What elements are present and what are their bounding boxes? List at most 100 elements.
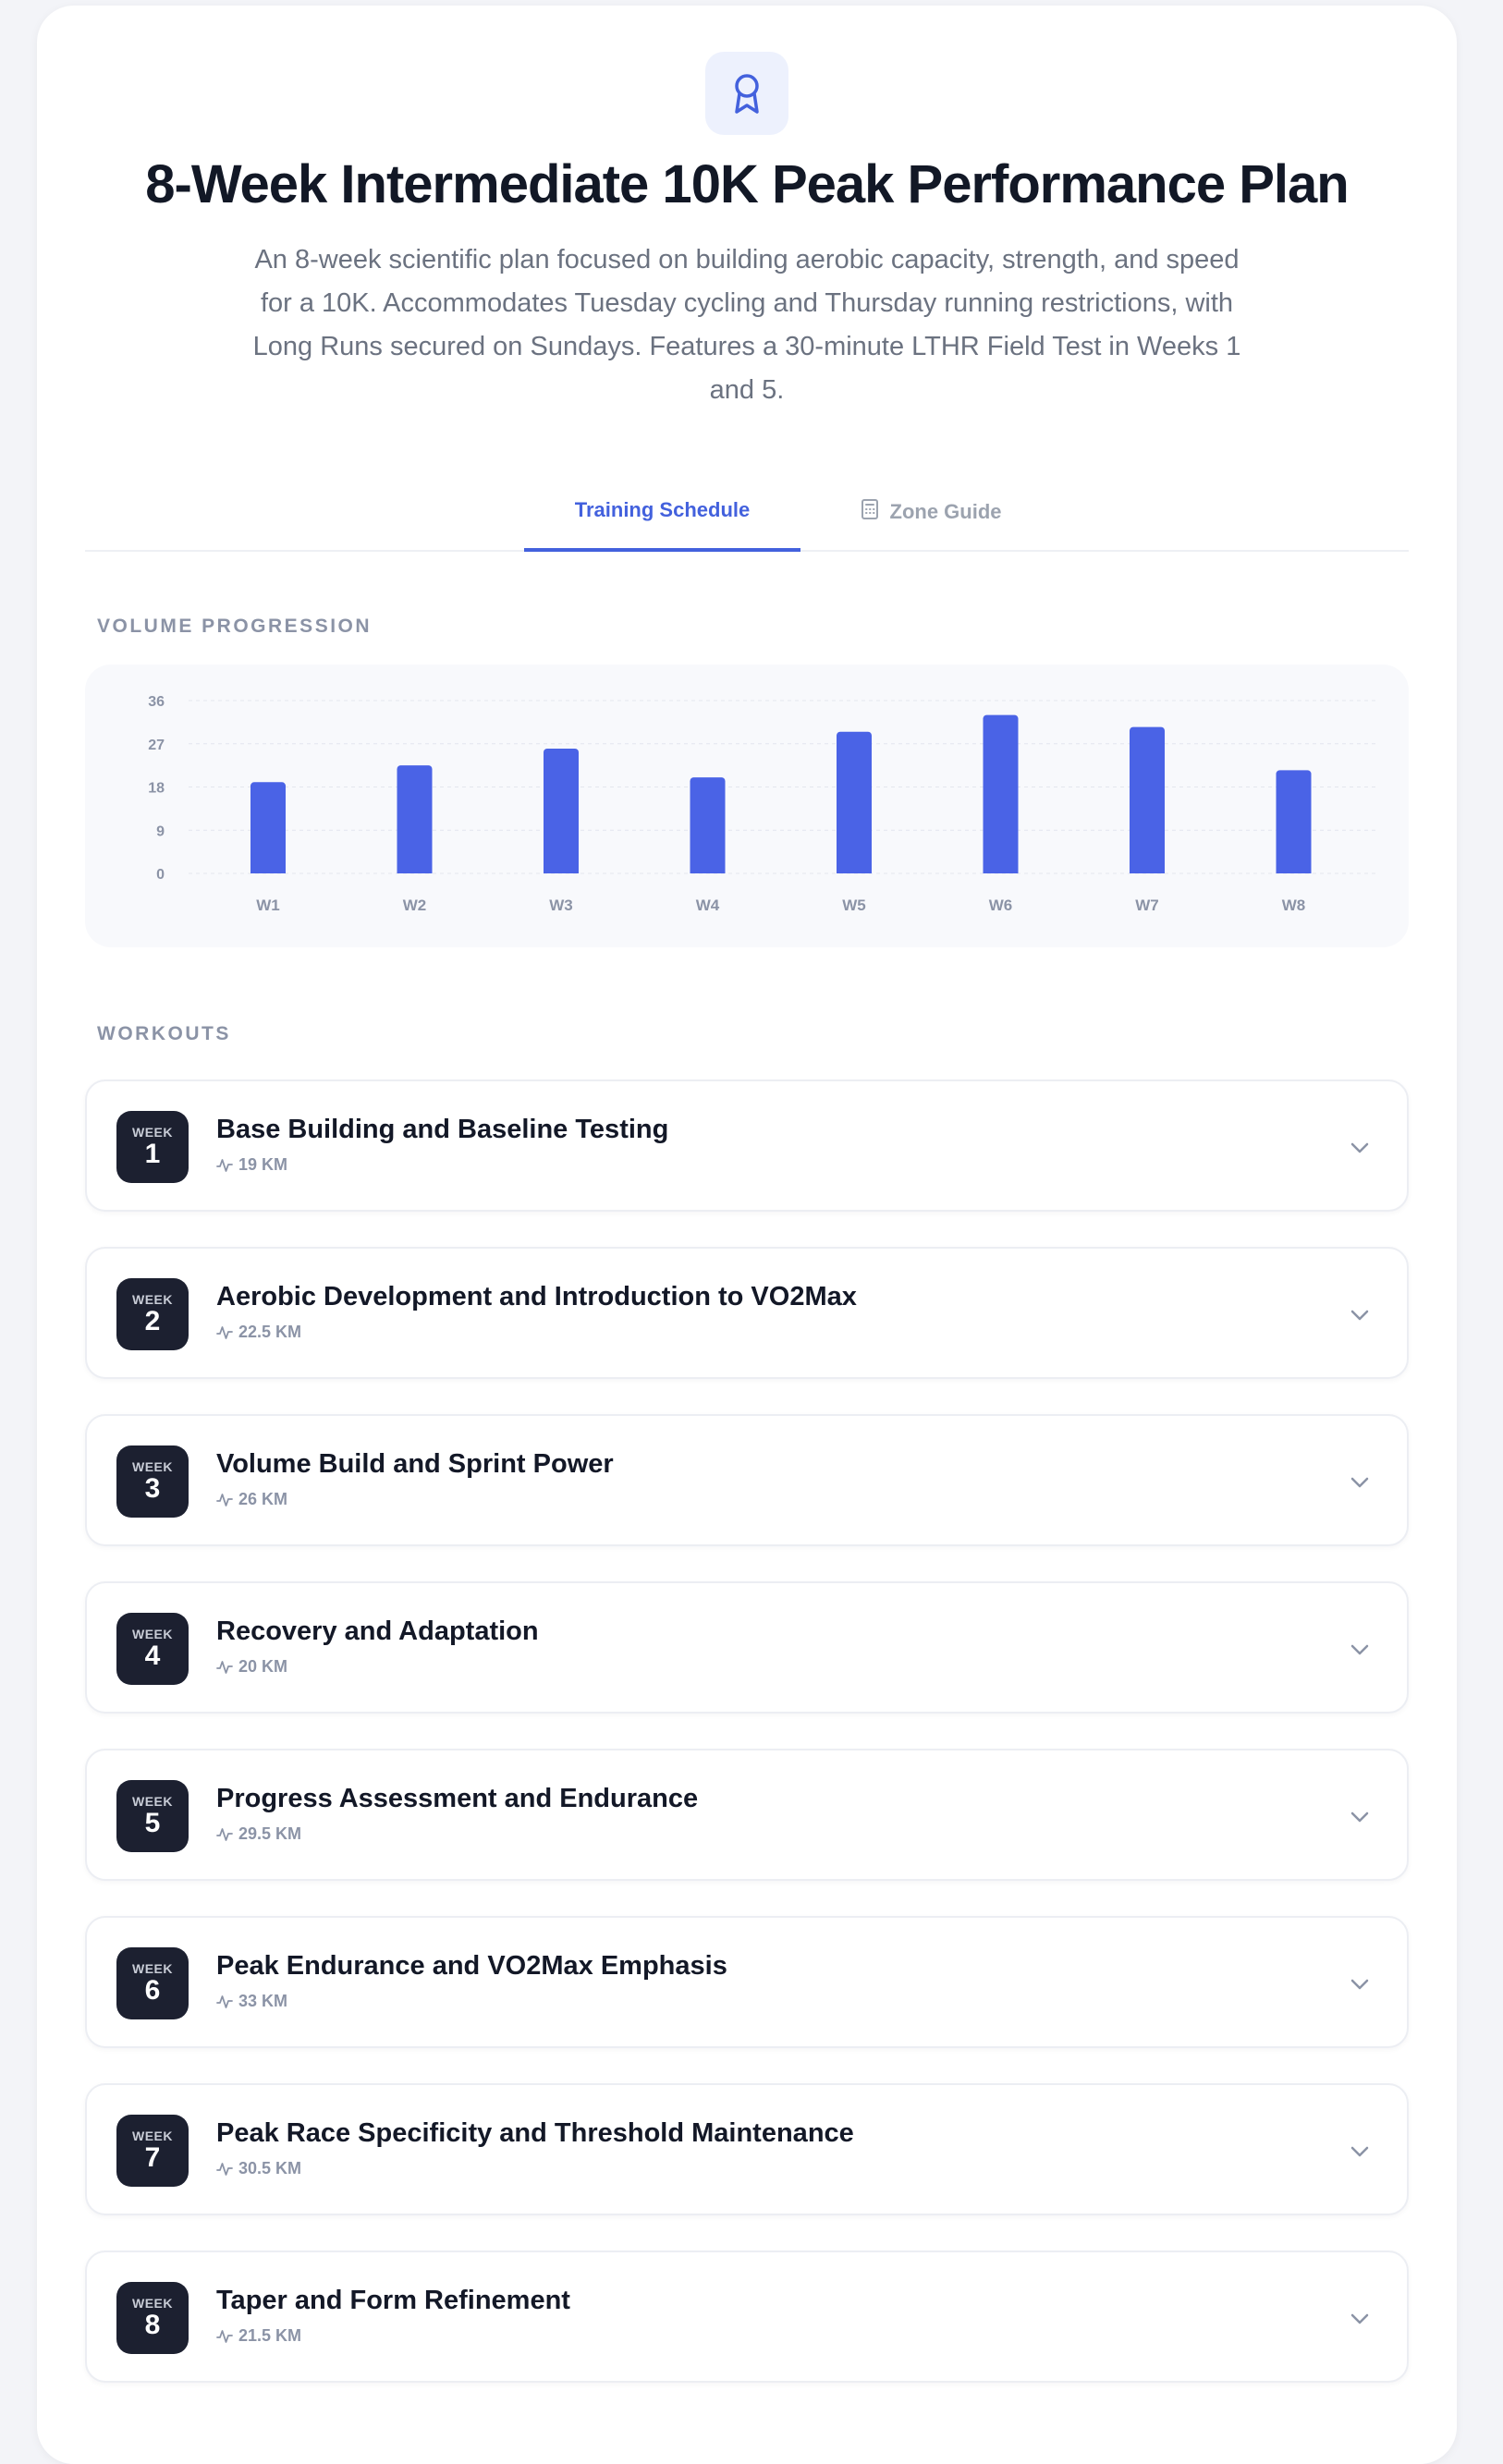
activity-icon	[216, 1827, 233, 1841]
week-badge: WEEK 5	[116, 1780, 189, 1852]
week-card-4[interactable]: WEEK 4 Recovery and Adaptation 20 KM	[85, 1581, 1409, 1714]
chevron-down-icon[interactable]	[1346, 1301, 1374, 1329]
week-distance: 22.5 KM	[216, 1323, 301, 1342]
week-title: Peak Endurance and VO2Max Emphasis	[216, 1951, 727, 1981]
week-distance: 26 KM	[216, 1490, 287, 1509]
x-tick-label: W1	[256, 897, 280, 914]
week-card-3[interactable]: WEEK 3 Volume Build and Sprint Power 26 KM	[85, 1414, 1409, 1546]
y-tick-label: 0	[156, 867, 165, 883]
bar-base	[544, 869, 579, 873]
chevron-down-icon[interactable]	[1346, 1469, 1374, 1496]
week-number: 3	[144, 1473, 161, 1504]
week-title: Volume Build and Sprint Power	[216, 1449, 614, 1479]
volume-bar-chart: 0 9 18 27 36 W1 W2 W3 W4 W5 W6 W7 W8	[148, 694, 1375, 914]
bar-w7[interactable]	[1130, 726, 1165, 873]
week-badge: WEEK 8	[116, 2282, 189, 2354]
tab-training-schedule[interactable]: Training Schedule	[524, 472, 800, 552]
bar-w1[interactable]	[250, 782, 286, 873]
chevron-down-icon[interactable]	[1346, 1134, 1374, 1162]
week-badge-label: WEEK	[132, 1292, 173, 1307]
bar-base	[397, 869, 433, 873]
week-km-value: 26 KM	[238, 1490, 288, 1508]
week-badge: WEEK 2	[116, 1278, 189, 1350]
plan-card: 8-Week Intermediate 10K Peak Performance…	[37, 6, 1457, 2464]
week-title: Base Building and Baseline Testing	[216, 1115, 669, 1144]
chevron-down-icon[interactable]	[1346, 1803, 1374, 1831]
x-tick-label: W4	[696, 897, 720, 914]
week-title: Progress Assessment and Endurance	[216, 1784, 699, 1813]
week-card-2[interactable]: WEEK 2 Aerobic Development and Introductio…	[85, 1247, 1409, 1379]
week-card-6[interactable]: WEEK 6 Peak Endurance and VO2Max Emphasis 3…	[85, 1916, 1409, 2048]
week-card-1[interactable]: WEEK 1 Base Building and Baseline Testing 1…	[85, 1080, 1409, 1212]
week-badge-label: WEEK	[132, 1125, 173, 1140]
award-ribbon-icon	[705, 52, 788, 135]
week-number: 4	[144, 1641, 161, 1671]
activity-icon	[216, 1493, 233, 1506]
bar-w3[interactable]	[544, 748, 579, 873]
week-badge: WEEK 3	[116, 1445, 189, 1518]
week-badge-label: WEEK	[132, 1627, 173, 1641]
week-title: Recovery and Adaptation	[216, 1616, 539, 1646]
week-km-value: 19 KM	[238, 1155, 288, 1174]
volume-progression-label: VOLUME PROGRESSION	[97, 616, 373, 637]
bar-base	[1130, 869, 1165, 873]
tab-zone-guide[interactable]: Zone Guide	[825, 472, 1037, 552]
week-number: 5	[144, 1808, 161, 1838]
volume-chart: 0 9 18 27 36 W1 W2 W3 W4 W5 W6 W7 W8	[85, 665, 1409, 947]
workouts-label: WORKOUTS	[97, 1023, 231, 1044]
week-km-value: 33 KM	[238, 1992, 288, 2010]
week-badge: WEEK 6	[116, 1947, 189, 2019]
chevron-down-icon[interactable]	[1346, 2138, 1374, 2165]
week-badge-label: WEEK	[132, 2129, 173, 2143]
y-tick-label: 36	[148, 694, 165, 710]
week-badge: WEEK 4	[116, 1613, 189, 1685]
week-distance: 19 KM	[216, 1155, 287, 1175]
week-distance: 20 KM	[216, 1657, 287, 1677]
y-tick-label: 27	[148, 738, 165, 753]
chevron-down-icon[interactable]	[1346, 1636, 1374, 1664]
chevron-down-icon[interactable]	[1346, 2305, 1374, 2333]
activity-icon	[216, 2162, 233, 2176]
week-card-7[interactable]: WEEK 7 Peak Race Specificity and Threshold…	[85, 2083, 1409, 2215]
bar-w8[interactable]	[1276, 770, 1312, 873]
x-tick-label: W2	[403, 897, 427, 914]
week-number: 1	[144, 1139, 161, 1169]
x-tick-label: W6	[989, 897, 1013, 914]
bar-w6[interactable]	[983, 714, 1019, 873]
chevron-down-icon[interactable]	[1346, 1970, 1374, 1998]
week-badge-label: WEEK	[132, 2296, 173, 2311]
calculator-icon	[861, 498, 879, 526]
x-tick-label: W5	[842, 897, 866, 914]
week-badge-label: WEEK	[132, 1459, 173, 1474]
activity-icon	[216, 1158, 233, 1172]
bar-base	[983, 869, 1019, 873]
week-title: Aerobic Development and Introduction to …	[216, 1282, 857, 1311]
plan-description: An 8-week scientific plan focused on bui…	[252, 245, 1241, 405]
activity-icon	[216, 1660, 233, 1674]
week-title: Peak Race Specificity and Threshold Main…	[216, 2118, 854, 2148]
week-number: 2	[144, 1306, 161, 1336]
week-km-value: 20 KM	[238, 1657, 288, 1676]
tab-label: Training Schedule	[574, 498, 751, 521]
x-tick-label: W8	[1282, 897, 1306, 914]
week-card-5[interactable]: WEEK 5 Progress Assessment and Endurance 29…	[85, 1749, 1409, 1881]
bar-base	[1276, 869, 1312, 873]
week-number: 7	[144, 2142, 161, 2173]
week-badge: WEEK 7	[116, 2115, 189, 2187]
week-km-value: 29.5 KM	[238, 1824, 302, 1843]
week-badge: WEEK 1	[116, 1111, 189, 1183]
bar-w4[interactable]	[690, 777, 726, 873]
activity-icon	[216, 1325, 233, 1339]
week-distance: 33 KM	[216, 1992, 287, 2011]
tab-label: Zone Guide	[889, 500, 1002, 523]
week-title: Taper and Form Refinement	[216, 2286, 570, 2315]
week-card-8[interactable]: WEEK 8 Taper and Form Refinement 21.5 KM	[85, 2251, 1409, 2383]
x-tick-label: W7	[1135, 897, 1159, 914]
bar-w5[interactable]	[837, 731, 872, 873]
bar-base	[837, 869, 872, 873]
bar-base	[690, 869, 726, 873]
activity-icon	[216, 1994, 233, 2008]
bar-w2[interactable]	[397, 765, 433, 873]
week-km-value: 22.5 KM	[238, 1323, 302, 1341]
y-tick-label: 9	[156, 823, 165, 839]
